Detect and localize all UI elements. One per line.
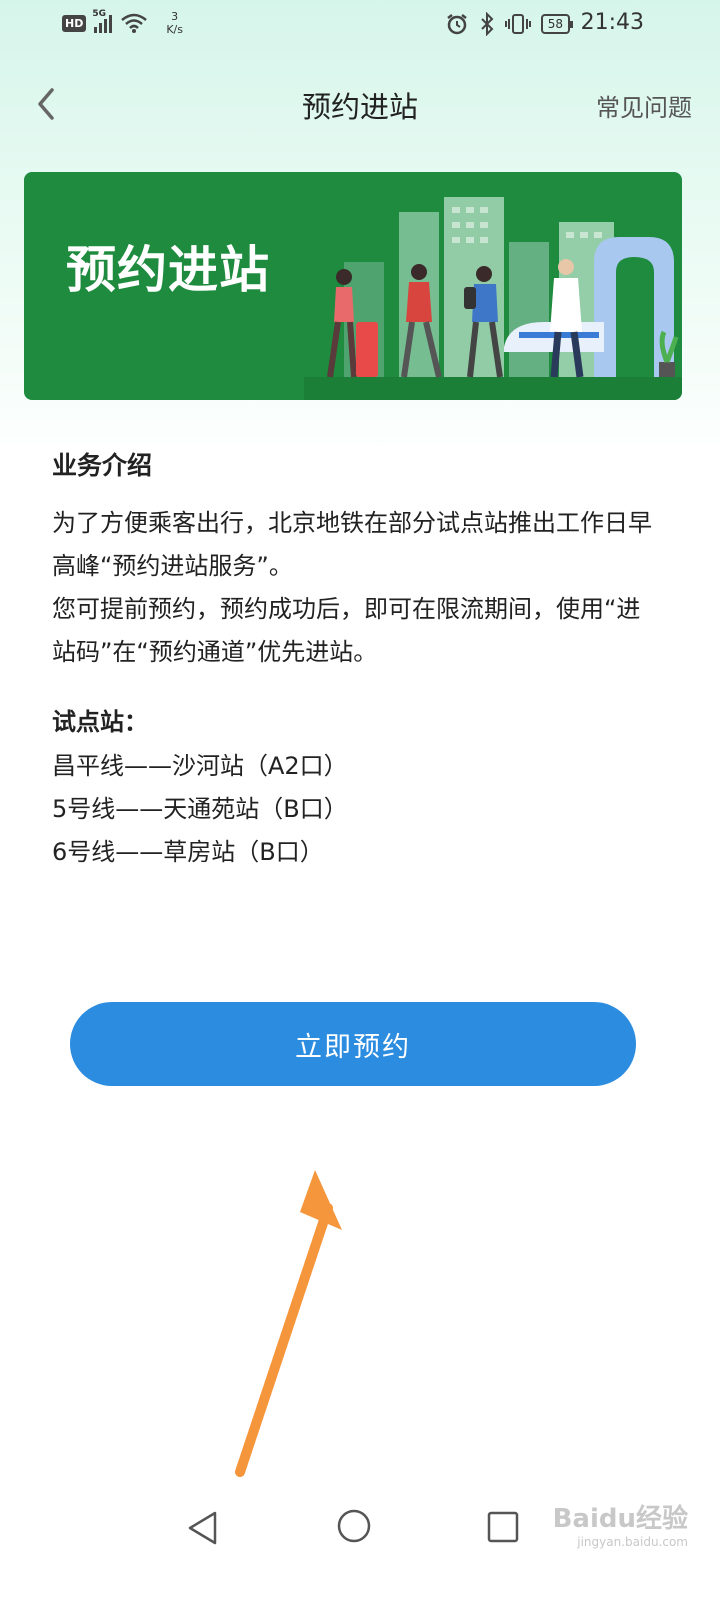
cellular-signal-icon: 5G <box>92 9 113 33</box>
reserve-now-button[interactable]: 立即预约 <box>70 1002 636 1086</box>
nav-recent-square-icon[interactable] <box>486 1510 520 1544</box>
faq-link[interactable]: 常见问题 <box>596 88 692 123</box>
watermark-sub: jingyan.baidu.com <box>577 1535 688 1549</box>
banner-title: 预约进站 <box>66 241 270 299</box>
intro-paragraph-2: 您可提前预约，预约成功后，即可在限流期间，使用“进站码”在“预约通道”优先进站。 <box>52 595 641 666</box>
annotation-arrow-icon <box>235 1170 342 1477</box>
speed-value: 3 <box>171 10 179 23</box>
station-item: 6号线——草房站（B口） <box>52 838 324 866</box>
promo-banner: 预约进站 <box>24 172 682 400</box>
status-bar: HD 5G 3 K/s 58 21:43 <box>0 0 720 50</box>
watermark-main: Baidu经验 <box>552 1504 688 1534</box>
nav-home-circle-icon[interactable] <box>336 1508 372 1544</box>
intro-heading: 业务介绍 <box>52 451 153 480</box>
station-item: 昌平线——沙河站（A2口） <box>52 752 348 780</box>
status-time: 21:43 <box>580 10 644 35</box>
top-nav: 预约进站 常见问题 <box>0 70 720 140</box>
network-speed: 3 K/s <box>166 10 183 36</box>
hd-badge: HD <box>62 14 87 32</box>
commuters-illustration <box>304 197 682 400</box>
bluetooth-icon <box>481 12 494 36</box>
speed-unit: K/s <box>166 23 183 36</box>
nav-back-triangle-icon[interactable] <box>185 1508 219 1548</box>
pilot-heading: 试点站： <box>52 708 148 736</box>
status-right: 58 <box>445 12 574 36</box>
baidu-watermark: Baidu经验 jingyan.baidu.com <box>553 1498 688 1549</box>
network-type: 5G <box>92 9 106 19</box>
status-left: HD 5G 3 K/s <box>62 9 183 36</box>
intro-paragraph-1: 为了方便乘客出行，北京地铁在部分试点站推出工作日早高峰“预约进站服务”。 <box>52 509 652 580</box>
wifi-icon <box>121 13 148 33</box>
alarm-icon <box>446 14 467 35</box>
battery-indicator: 58 <box>540 14 574 34</box>
vibrate-icon <box>504 14 531 34</box>
station-item: 5号线——天通苑站（B口） <box>52 795 348 823</box>
